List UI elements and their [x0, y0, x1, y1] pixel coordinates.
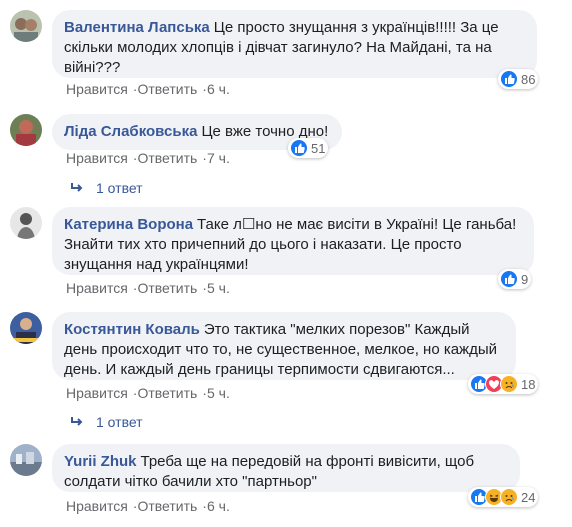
reply-link[interactable]: Ответить	[137, 150, 197, 166]
reactions-count: 24	[521, 489, 536, 505]
reactions-badge[interactable]: 24	[468, 487, 539, 507]
avatar[interactable]	[10, 10, 42, 42]
comment-bubble: Yurii Zhuk Треба ще на передовій на фронт…	[52, 444, 520, 492]
avatar[interactable]	[10, 207, 42, 239]
crying-face-icon	[500, 488, 518, 506]
comment-actions: Нравится ·Ответить ·5 ч.	[66, 280, 230, 296]
comment-author[interactable]: Костянтин Коваль	[64, 321, 200, 338]
thumbs-up-icon	[290, 139, 308, 157]
view-replies-link[interactable]: 1 ответ	[70, 414, 143, 430]
like-link[interactable]: Нравится	[66, 150, 128, 166]
comment-author[interactable]: Ліда Слабковська	[64, 123, 197, 140]
timestamp[interactable]: 7 ч.	[207, 150, 230, 166]
like-link[interactable]: Нравится	[66, 498, 128, 514]
avatar[interactable]	[10, 312, 42, 344]
timestamp[interactable]: 5 ч.	[207, 280, 230, 296]
timestamp[interactable]: 6 ч.	[207, 498, 230, 514]
comment-author[interactable]: Катерина Ворона	[64, 216, 193, 233]
timestamp[interactable]: 6 ч.	[207, 81, 230, 97]
comment-actions: Нравится ·Ответить ·7 ч.	[66, 150, 230, 166]
comment-actions: Нравится ·Ответить ·6 ч.	[66, 81, 230, 97]
comment-bubble: Катерина Ворона Таке л☐но не має висіти в…	[52, 207, 534, 275]
comment-bubble: Костянтин Коваль Это тактика "мелких поре…	[52, 312, 516, 380]
reactions-count: 51	[311, 140, 326, 156]
reply-arrow-icon	[71, 183, 83, 192]
like-link[interactable]: Нравится	[66, 81, 128, 97]
like-link[interactable]: Нравится	[66, 280, 128, 296]
like-link[interactable]: Нравится	[66, 385, 128, 401]
reply-link[interactable]: Ответить	[137, 280, 197, 296]
reactions-badge[interactable]: 9	[498, 269, 532, 289]
comment-bubble: Валентина Лапська Це просто знущання з ук…	[52, 10, 537, 78]
comment-actions: Нравится ·Ответить ·5 ч.	[66, 385, 230, 401]
reactions-badge[interactable]: 86	[498, 69, 539, 89]
comment-actions: Нравится ·Ответить ·6 ч.	[66, 498, 230, 514]
reply-arrow-icon	[71, 417, 83, 426]
reactions-count: 9	[521, 271, 529, 287]
comment-author[interactable]: Yurii Zhuk	[64, 453, 137, 470]
reply-link[interactable]: Ответить	[137, 81, 197, 97]
comment-author[interactable]: Валентина Лапська	[64, 19, 210, 36]
reactions-count: 18	[521, 376, 536, 392]
reactions-badge[interactable]: 18	[468, 374, 539, 394]
thumbs-up-icon	[500, 70, 518, 88]
replies-count-label: 1 ответ	[96, 414, 143, 430]
reactions-count: 86	[521, 71, 536, 87]
crying-face-icon	[500, 375, 518, 393]
reply-link[interactable]: Ответить	[137, 385, 197, 401]
thumbs-up-icon	[500, 270, 518, 288]
timestamp[interactable]: 5 ч.	[207, 385, 230, 401]
avatar[interactable]	[10, 444, 42, 476]
reactions-badge[interactable]: 51	[288, 138, 329, 158]
view-replies-link[interactable]: 1 ответ	[70, 180, 143, 196]
avatar[interactable]	[10, 114, 42, 146]
replies-count-label: 1 ответ	[96, 180, 143, 196]
reply-link[interactable]: Ответить	[137, 498, 197, 514]
